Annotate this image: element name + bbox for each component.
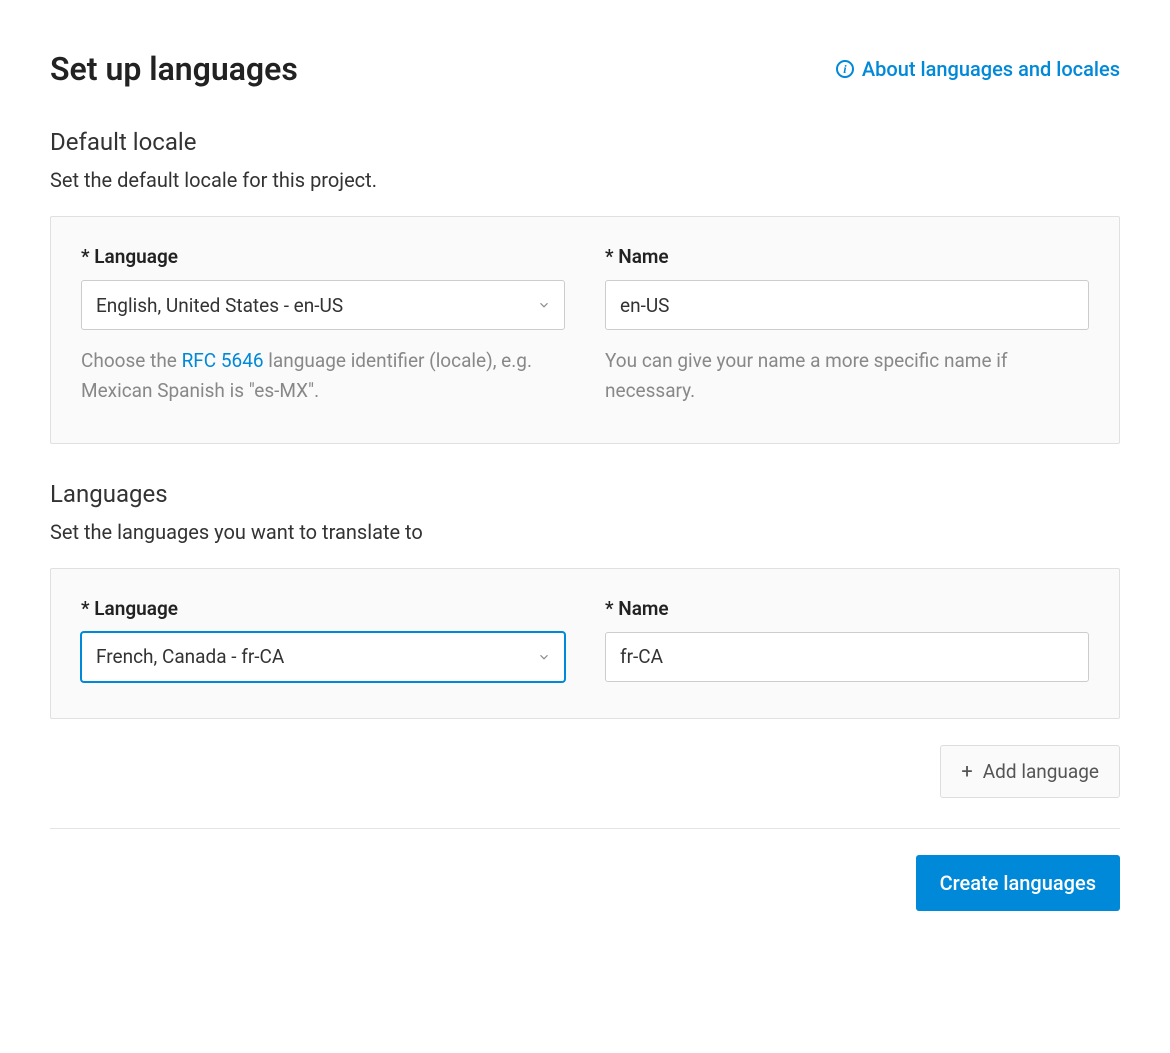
rfc-5646-link[interactable]: RFC 5646 <box>182 349 264 372</box>
default-locale-heading: Default locale <box>50 128 1120 156</box>
default-locale-panel: * Language Choose the RFC 5646 language … <box>50 216 1120 444</box>
info-icon: i <box>836 60 854 78</box>
default-locale-desc: Set the default locale for this project. <box>50 168 1120 192</box>
languages-panel: * Language * Name <box>50 568 1120 719</box>
default-name-label: * Name <box>605 245 1089 268</box>
lang-language-select[interactable] <box>81 632 565 682</box>
default-name-help: You can give your name a more specific n… <box>605 346 1089 407</box>
default-language-label: * Language <box>81 245 565 268</box>
languages-heading: Languages <box>50 480 1120 508</box>
lang-name-label: * Name <box>605 597 1089 620</box>
add-language-label: Add language <box>983 760 1099 783</box>
page-title: Set up languages <box>50 50 298 88</box>
lang-name-input[interactable] <box>605 632 1089 682</box>
about-languages-link[interactable]: i About languages and locales <box>836 57 1120 81</box>
default-name-input[interactable] <box>605 280 1089 330</box>
create-languages-button[interactable]: Create languages <box>916 855 1120 911</box>
default-language-select[interactable] <box>81 280 565 330</box>
default-language-help: Choose the RFC 5646 language identifier … <box>81 346 565 407</box>
divider <box>50 828 1120 829</box>
lang-language-label: * Language <box>81 597 565 620</box>
languages-desc: Set the languages you want to translate … <box>50 520 1120 544</box>
add-language-button[interactable]: + Add language <box>940 745 1120 798</box>
about-link-text: About languages and locales <box>862 57 1120 81</box>
plus-icon: + <box>961 761 972 781</box>
